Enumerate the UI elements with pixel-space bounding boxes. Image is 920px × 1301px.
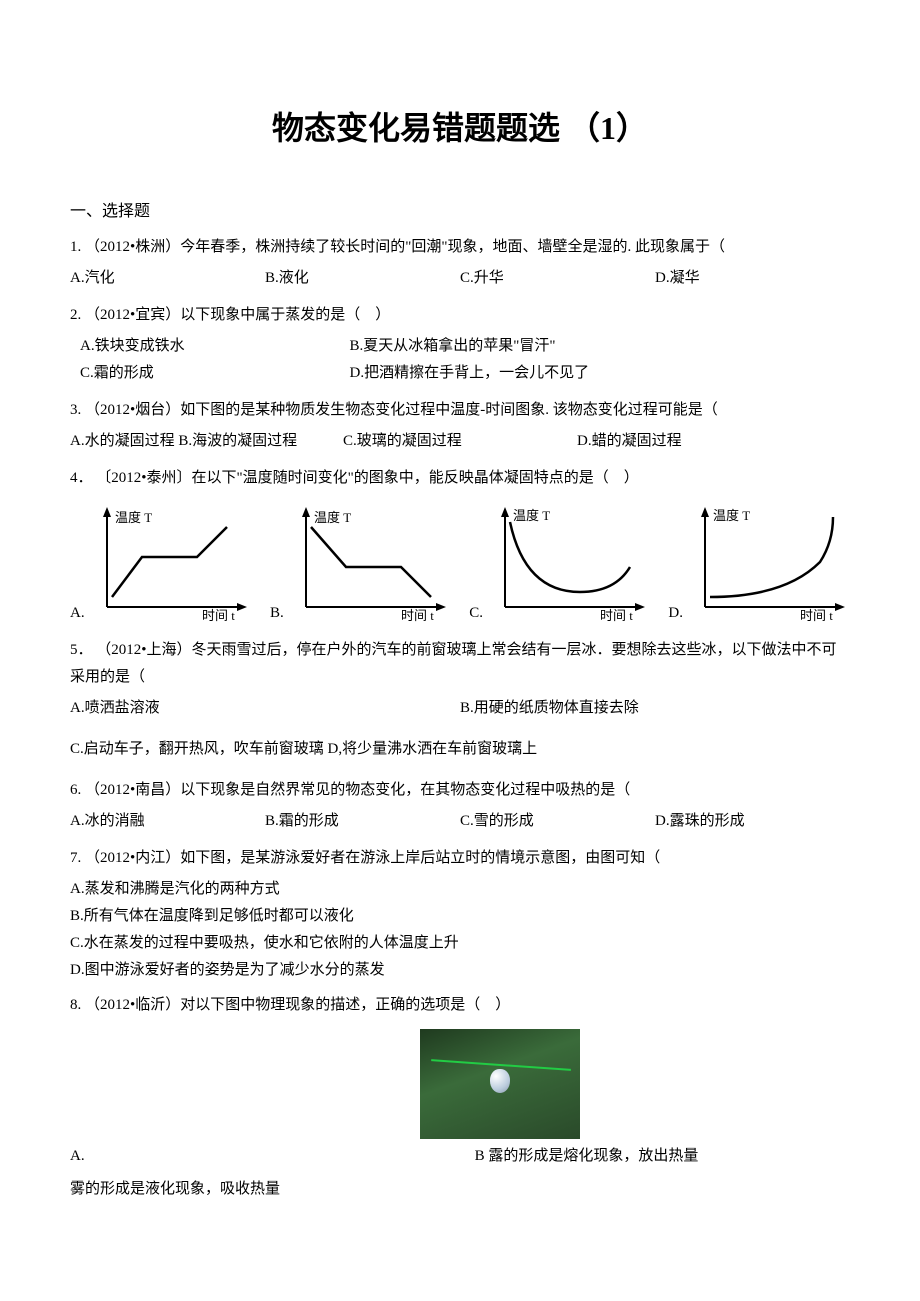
chart-b-label: B. (270, 600, 284, 627)
chart-a-svg: 温度 T 时间 t (87, 502, 252, 627)
q3-opt-ab: A.水的凝固过程 B.海波的凝固过程 (70, 428, 343, 455)
q6-opt-c: C.雪的形成 (460, 808, 655, 835)
q3-opt-c: C.玻璃的凝固过程 (343, 428, 577, 455)
chart-d-ylabel: 温度 T (713, 508, 750, 523)
chart-a-xlabel: 时间 t (202, 608, 235, 623)
q7-num: 7. (70, 850, 81, 866)
chart-b: B. 温度 T 时间 t (270, 502, 451, 627)
q2-opt-a: A.铁块变成铁水 (80, 333, 350, 360)
q7-stem: （2012•内江）如下图，是某游泳爱好者在游泳上岸后站立时的情境示意图，由图可知… (85, 850, 660, 866)
q3-num: 3. (70, 402, 81, 418)
q8-opt-a-text: 雾的形成是液化现象，吸收热量 (70, 1176, 850, 1203)
q8-opt-a-label: A. (70, 1143, 85, 1170)
q1-opt-b: B.液化 (265, 265, 460, 292)
q8-opt-b: B 露的形成是熔化现象，放出热量 (475, 1143, 699, 1170)
q6-opt-a: A.冰的消融 (70, 808, 265, 835)
section-heading: 一、选择题 (70, 198, 850, 227)
q7-opt-d: D.图中游泳爱好者的姿势是为了减少水分的蒸发 (70, 957, 850, 984)
q7-opt-c: C.水在蒸发的过程中要吸热，使水和它依附的人体温度上升 (70, 930, 850, 957)
q1-opt-d: D.凝华 (655, 265, 850, 292)
chart-d-label: D. (668, 600, 683, 627)
page-title: 物态变化易错题题选 （1） (70, 100, 850, 158)
q1-options: A.汽化 B.液化 C.升华 D.凝华 (70, 265, 850, 292)
q4-charts: A. 温度 T 时间 t B. 温度 T 时间 t C. (70, 502, 850, 627)
q1-opt-a: A.汽化 (70, 265, 265, 292)
q6-num: 6. (70, 782, 81, 798)
question-6: 6. （2012•南昌）以下现象是自然界常见的物态变化，在其物态变化过程中吸热的… (70, 777, 850, 804)
chart-a-ylabel: 温度 T (115, 510, 152, 525)
chart-a-label: A. (70, 600, 85, 627)
chart-d-svg: 温度 T 时间 t (685, 502, 850, 627)
chart-c-xlabel: 时间 t (600, 608, 633, 623)
q2-opt-c: C.霜的形成 (80, 360, 350, 387)
q8-num: 8. (70, 997, 81, 1013)
q5-opt-c: C.启动车子，翻开热风，吹车前窗玻璃 (70, 741, 324, 757)
chart-c-svg: 温度 T 时间 t (485, 502, 650, 627)
q1-opt-c: C.升华 (460, 265, 655, 292)
q2-stem: （2012•宜宾）以下现象中属于蒸发的是（ ） (85, 307, 390, 323)
q3-a: A.水的凝固过程 (70, 433, 175, 449)
chart-a: A. 温度 T 时间 t (70, 502, 252, 627)
q2-options: A.铁块变成铁水 B.夏天从冰箱拿出的苹果"冒汗" C.霜的形成 D.把酒精擦在… (80, 333, 850, 387)
chart-d: D. 温度 T 时间 t (668, 502, 850, 627)
question-8: 8. （2012•临沂）对以下图中物理现象的描述，正确的选项是（ ） (70, 992, 850, 1019)
q6-opt-b: B.霜的形成 (265, 808, 460, 835)
question-4: 4． 〔2012•泰州〕在以下"温度随时间变化"的图象中，能反映晶体凝固特点的是… (70, 465, 850, 492)
q1-num: 1. (70, 239, 81, 255)
q4-stem: 〔2012•泰州〕在以下"温度随时间变化"的图象中，能反映晶体凝固特点的是（ ） (96, 470, 639, 486)
q5-stem: （2012•上海）冬天雨雪过后，停在户外的汽车的前窗玻璃上常会结有一层冰．要想除… (70, 642, 837, 685)
q5-opt-a: A.喷洒盐溶液 (70, 695, 460, 722)
q6-options: A.冰的消融 B.霜的形成 C.雪的形成 D.露珠的形成 (70, 808, 850, 835)
q4-num: 4． (70, 470, 93, 486)
q3-b: B.海波的凝固过程 (178, 433, 297, 449)
q5-num: 5． (70, 642, 93, 658)
chart-c: C. 温度 T 时间 t (469, 502, 650, 627)
chart-c-ylabel: 温度 T (513, 508, 550, 523)
q6-stem: （2012•南昌）以下现象是自然界常见的物态变化，在其物态变化过程中吸热的是（ (85, 782, 630, 798)
q3-stem: （2012•烟台）如下图的是某种物质发生物态变化过程中温度-时间图象. 该物态变… (85, 402, 718, 418)
q7-opt-a: A.蒸发和沸腾是汽化的两种方式 (70, 876, 850, 903)
question-3: 3. （2012•烟台）如下图的是某种物质发生物态变化过程中温度-时间图象. 该… (70, 397, 850, 424)
q8-stem: （2012•临沂）对以下图中物理现象的描述，正确的选项是（ ） (85, 997, 510, 1013)
q6-opt-d: D.露珠的形成 (655, 808, 850, 835)
q5-options-row1: A.喷洒盐溶液 B.用硬的纸质物体直接去除 (70, 695, 850, 726)
q1-stem: （2012•株洲）今年春季，株洲持续了较长时间的"回潮"现象，地面、墙壁全是湿的… (85, 239, 725, 255)
q7-opt-b: B.所有气体在温度降到足够低时都可以液化 (70, 903, 850, 930)
q2-num: 2. (70, 307, 81, 323)
q5-options-row2: C.启动车子，翻开热风，吹车前窗玻璃 D,将少量沸水洒在车前窗玻璃上 (70, 736, 850, 763)
q5-opt-b: B.用硬的纸质物体直接去除 (460, 695, 850, 722)
chart-b-svg: 温度 T 时间 t (286, 502, 451, 627)
chart-d-xlabel: 时间 t (800, 608, 833, 623)
chart-c-label: C. (469, 600, 483, 627)
question-5: 5． （2012•上海）冬天雨雪过后，停在户外的汽车的前窗玻璃上常会结有一层冰．… (70, 637, 850, 691)
chart-b-ylabel: 温度 T (314, 510, 351, 525)
q5-opt-d: D,将少量沸水洒在车前窗玻璃上 (328, 741, 538, 757)
question-7: 7. （2012•内江）如下图，是某游泳爱好者在游泳上岸后站立时的情境示意图，由… (70, 845, 850, 872)
question-1: 1. （2012•株洲）今年春季，株洲持续了较长时间的"回潮"现象，地面、墙壁全… (70, 234, 850, 261)
q8-image (420, 1029, 580, 1139)
q3-opt-d: D.蜡的凝固过程 (577, 428, 811, 455)
question-2: 2. （2012•宜宾）以下现象中属于蒸发的是（ ） (70, 302, 850, 329)
q2-opt-b: B.夏天从冰箱拿出的苹果"冒汗" (350, 333, 851, 360)
chart-b-xlabel: 时间 t (401, 608, 434, 623)
q3-options: A.水的凝固过程 B.海波的凝固过程 C.玻璃的凝固过程 D.蜡的凝固过程 (70, 428, 850, 455)
q2-opt-d: D.把酒精擦在手背上，一会儿不见了 (350, 360, 851, 387)
